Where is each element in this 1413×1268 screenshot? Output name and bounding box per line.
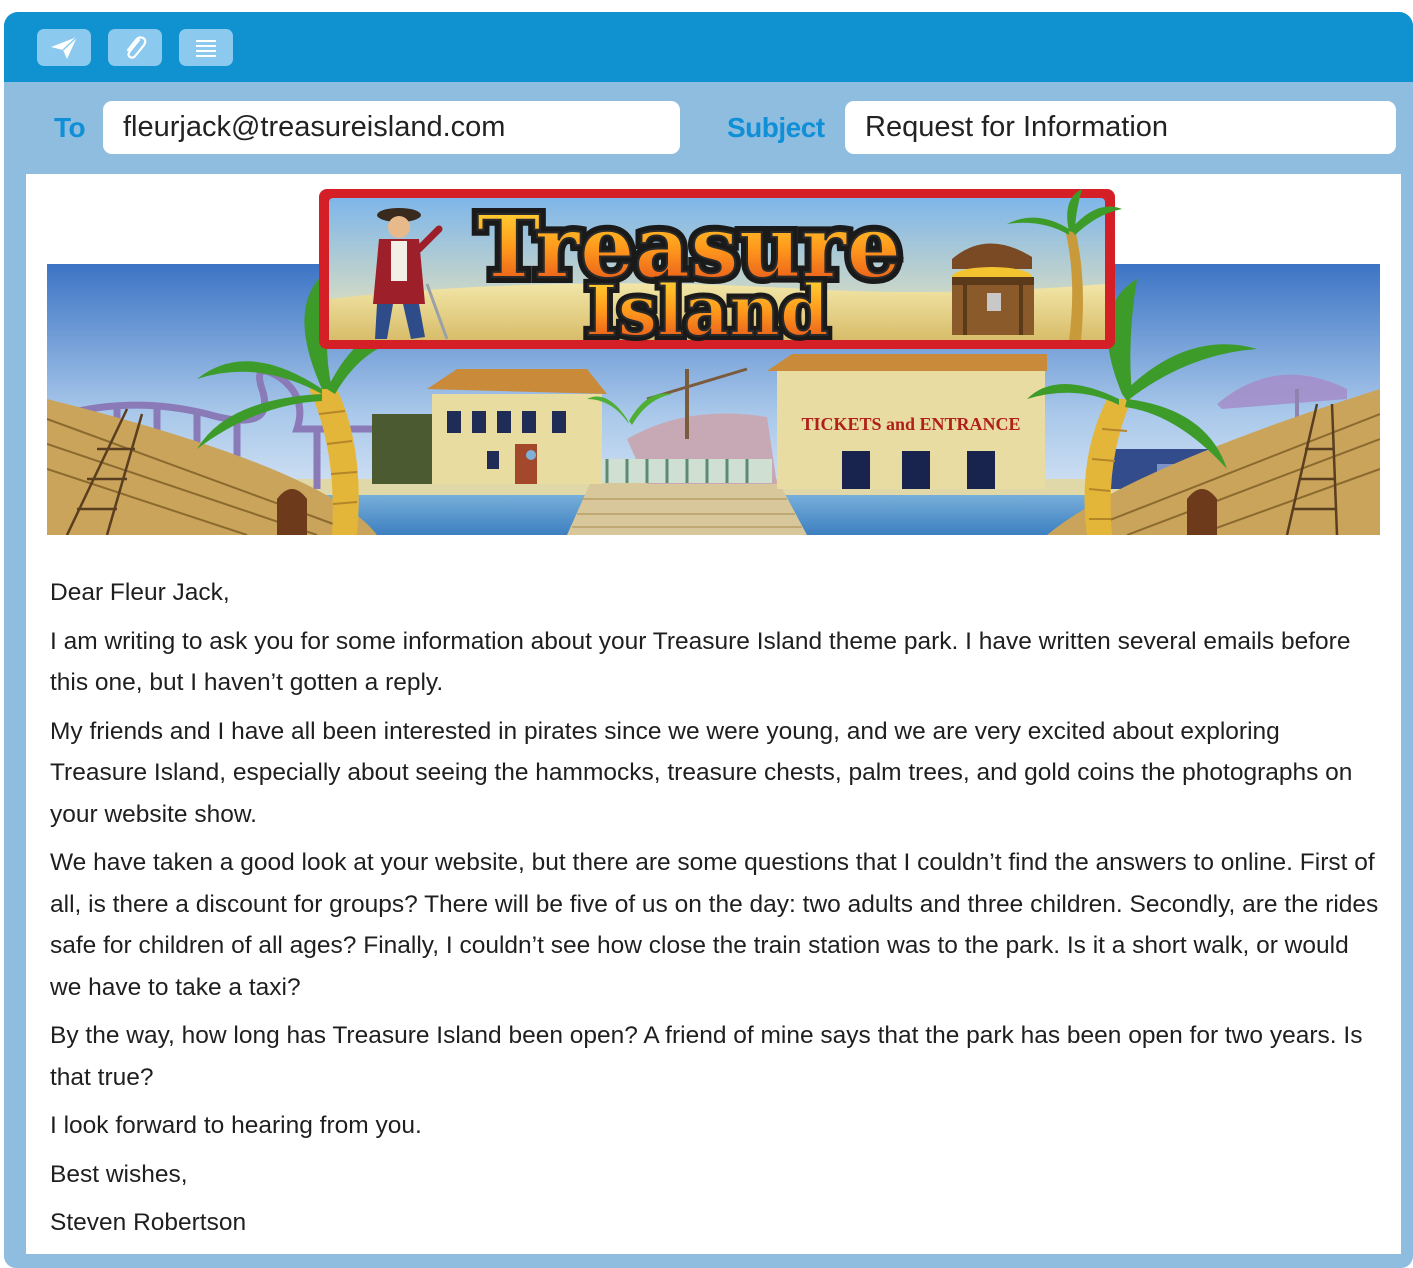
logo-line2: Island <box>585 269 829 352</box>
paragraph: By the way, how long has Treasure Island… <box>50 1022 1363 1091</box>
email-compose-window: To fleurjack@treasureisland.com Subject … <box>4 12 1413 1268</box>
paragraph: We have taken a good look at your websit… <box>50 849 1379 1001</box>
treasure-chest-illustration <box>952 243 1034 335</box>
subject-label: Subject <box>727 112 825 143</box>
greeting: Dear Fleur Jack, <box>50 579 230 606</box>
treasure-island-banner: TICKETS and ENTRANCE Treasure Treasure I… <box>47 189 1380 535</box>
letter-text: Dear Fleur Jack, I am writing to ask you… <box>50 572 1380 1251</box>
closing: Best wishes, <box>50 1160 188 1188</box>
paragraph: My friends and I have all been intereste… <box>50 717 1353 828</box>
to-field[interactable]: fleurjack@treasureisland.com <box>103 101 680 154</box>
paragraph: I am writing to ask you for some informa… <box>50 627 1351 697</box>
format-button[interactable] <box>179 29 233 66</box>
signature: Steven Robertson <box>50 1209 247 1236</box>
toolbar <box>4 12 1413 82</box>
paragraph: I look forward to hearing from you. <box>50 1112 422 1139</box>
to-label: To <box>54 112 86 143</box>
paper-plane-icon <box>51 35 78 59</box>
send-button[interactable] <box>37 29 91 66</box>
tickets-sign: TICKETS and ENTRANCE <box>801 414 1020 434</box>
subject-field[interactable]: Request for Information <box>845 101 1396 154</box>
message-body[interactable]: TICKETS and ENTRANCE Treasure Treasure I… <box>26 174 1401 1254</box>
text-lines-icon <box>196 39 216 57</box>
paperclip-icon <box>126 35 147 59</box>
attach-button[interactable] <box>108 29 162 66</box>
